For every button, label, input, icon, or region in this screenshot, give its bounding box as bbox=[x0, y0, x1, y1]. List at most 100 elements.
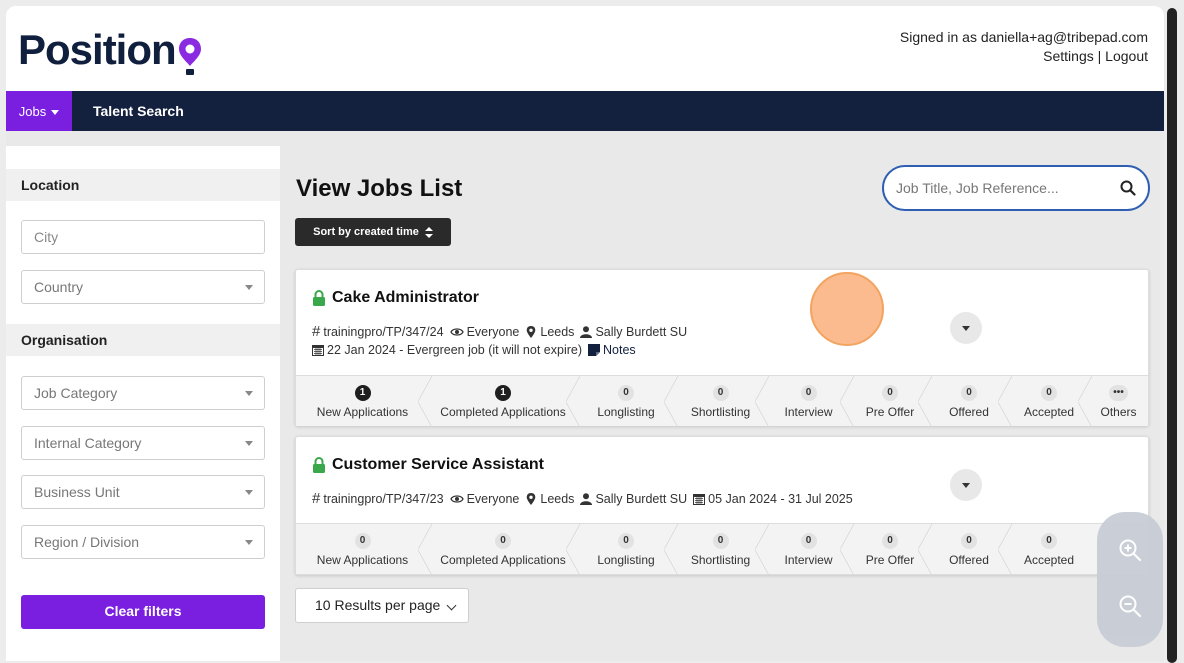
job-title-link[interactable]: Cake Administrator bbox=[312, 289, 479, 307]
lock-icon bbox=[313, 290, 325, 306]
stage-shortlisting[interactable]: 0 Shortlisting bbox=[675, 524, 769, 575]
scrollbar-thumb[interactable] bbox=[1167, 8, 1177, 663]
top-header: Position Signed in as daniella+ag@tribep… bbox=[6, 6, 1164, 91]
stage-count: 0 bbox=[961, 384, 977, 401]
job-search-box[interactable] bbox=[882, 165, 1150, 211]
lock-icon bbox=[313, 457, 325, 473]
stage-accepted[interactable]: 0 Accepted bbox=[1009, 376, 1092, 427]
region-division-label: Region / Division bbox=[34, 534, 140, 550]
pipeline-stages: 0 New Applications 0 Completed Application… bbox=[296, 523, 1148, 575]
notes-link[interactable]: Notes bbox=[588, 343, 636, 357]
job-search-input[interactable] bbox=[896, 178, 1106, 198]
stage-label: Interview bbox=[784, 552, 833, 567]
click-indicator bbox=[810, 272, 884, 346]
city-field[interactable] bbox=[21, 220, 265, 254]
stage-completed-applications[interactable]: 0 Completed Applications bbox=[429, 524, 580, 575]
stage-new-applications[interactable]: 0 New Applications bbox=[296, 524, 432, 575]
internal-category-select[interactable]: Internal Category bbox=[21, 426, 265, 460]
job-title-text: Cake Administrator bbox=[332, 289, 479, 306]
country-select[interactable]: Country bbox=[21, 270, 265, 304]
organisation-heading: Organisation bbox=[6, 324, 280, 356]
caret-down-icon bbox=[51, 109, 60, 115]
zoom-in-icon[interactable] bbox=[1118, 538, 1142, 562]
job-owner: Sally Burdett SU bbox=[595, 324, 688, 339]
stage-label: Longlisting bbox=[597, 552, 655, 567]
filter-sidebar: Location Country Organisation Job Catego… bbox=[6, 146, 280, 661]
stage-label: New Applications bbox=[316, 404, 409, 419]
location-heading: Location bbox=[6, 169, 280, 201]
notes-label: Notes bbox=[603, 343, 636, 357]
nav-jobs-dropdown[interactable]: Jobs bbox=[6, 91, 72, 131]
stage-label: Pre Offer bbox=[865, 552, 915, 567]
job-meta-row: # trainingpro/TP/347/23 Everyone Leeds Sa… bbox=[312, 490, 853, 507]
stage-label: Interview bbox=[784, 404, 833, 419]
job-category-label: Job Category bbox=[34, 385, 118, 401]
clear-filters-button[interactable]: Clear filters bbox=[21, 595, 265, 629]
stage-count: 0 bbox=[495, 532, 511, 549]
stage-label: Completed Applications bbox=[440, 404, 566, 419]
job-expand-button[interactable] bbox=[950, 312, 982, 344]
search-icon[interactable] bbox=[1120, 180, 1136, 196]
stage-offered[interactable]: 0 Offered bbox=[929, 524, 1012, 575]
region-division-select[interactable]: Region / Division bbox=[21, 525, 265, 559]
stage-count: 1 bbox=[354, 384, 371, 401]
stage-shortlisting[interactable]: 0 Shortlisting bbox=[675, 376, 769, 427]
results-per-page-select[interactable]: 10 Results per page bbox=[295, 588, 469, 623]
stage-offered[interactable]: 0 Offered bbox=[929, 376, 1012, 427]
stage-count: 0 bbox=[1041, 532, 1057, 549]
stage-label: Accepted bbox=[1023, 552, 1075, 567]
stage-label: Offered bbox=[949, 404, 989, 419]
job-reference: trainingpro/TP/347/23 bbox=[323, 491, 444, 506]
stage-others[interactable]: ••• Others bbox=[1089, 376, 1148, 427]
calendar-icon bbox=[693, 493, 706, 505]
stage-count: 0 bbox=[882, 384, 898, 401]
stage-count: 0 bbox=[712, 532, 729, 549]
job-meta-row: # trainingpro/TP/347/24 Everyone Leeds Sa… bbox=[312, 323, 687, 340]
stage-count: 0 bbox=[618, 384, 634, 401]
job-card: Customer Service Assistant # trainingpro/… bbox=[295, 436, 1149, 575]
page-scrollbar[interactable] bbox=[1164, 0, 1184, 663]
stage-label: New Applications bbox=[316, 552, 409, 567]
sort-button[interactable]: Sort by created time bbox=[295, 218, 451, 246]
job-dates: 05 Jan 2024 - 31 Jul 2025 bbox=[708, 491, 853, 506]
job-card: Cake Administrator # trainingpro/TP/347/2… bbox=[295, 269, 1149, 427]
business-unit-select[interactable]: Business Unit bbox=[21, 475, 265, 509]
eye-icon bbox=[449, 494, 464, 503]
results-per-page-label: 10 Results per page bbox=[315, 597, 441, 613]
caret-down-icon bbox=[962, 326, 970, 331]
location-pin-logo-icon bbox=[178, 38, 201, 75]
stage-interview[interactable]: 0 Interview bbox=[766, 524, 854, 575]
stage-count: 0 bbox=[961, 532, 977, 549]
job-category-select[interactable]: Job Category bbox=[21, 376, 265, 410]
stage-longlisting[interactable]: 0 Longlisting bbox=[577, 376, 678, 427]
caret-down-icon bbox=[245, 540, 253, 545]
stage-pre-offer[interactable]: 0 Pre Offer bbox=[851, 376, 932, 427]
nav-talent-search[interactable]: Talent Search bbox=[93, 103, 184, 119]
stage-pre-offer[interactable]: 0 Pre Offer bbox=[851, 524, 932, 575]
user-icon bbox=[580, 492, 593, 505]
stage-interview[interactable]: 0 Interview bbox=[766, 376, 854, 427]
zoom-out-icon[interactable] bbox=[1118, 594, 1142, 618]
caret-down-icon bbox=[245, 490, 253, 495]
job-title-text: Customer Service Assistant bbox=[332, 456, 544, 473]
logout-link[interactable]: Logout bbox=[1105, 48, 1148, 64]
stage-completed-applications[interactable]: 1 Completed Applications bbox=[429, 376, 580, 427]
job-location: Leeds bbox=[540, 491, 575, 506]
stage-count: 0 bbox=[882, 532, 898, 549]
job-title-link[interactable]: Customer Service Assistant bbox=[312, 456, 544, 474]
job-visibility: Everyone bbox=[466, 324, 520, 339]
stage-longlisting[interactable]: 0 Longlisting bbox=[577, 524, 678, 575]
page-title: View Jobs List bbox=[296, 175, 463, 202]
stage-new-applications[interactable]: 1 New Applications bbox=[296, 376, 432, 427]
position-logo[interactable]: Position bbox=[18, 26, 203, 75]
settings-link[interactable]: Settings bbox=[1043, 48, 1094, 64]
app-frame: Position Signed in as daniella+ag@tribep… bbox=[6, 6, 1164, 661]
city-input[interactable] bbox=[34, 222, 254, 252]
internal-category-label: Internal Category bbox=[34, 435, 142, 451]
stage-count: 0 bbox=[712, 384, 729, 401]
signed-in-text: Signed in as daniella+ag@tribepad.com bbox=[899, 29, 1148, 45]
calendar-icon bbox=[312, 345, 324, 356]
link-separator: | bbox=[1097, 48, 1102, 64]
job-expand-button[interactable] bbox=[950, 469, 982, 501]
stage-accepted[interactable]: 0 Accepted bbox=[1009, 524, 1089, 575]
